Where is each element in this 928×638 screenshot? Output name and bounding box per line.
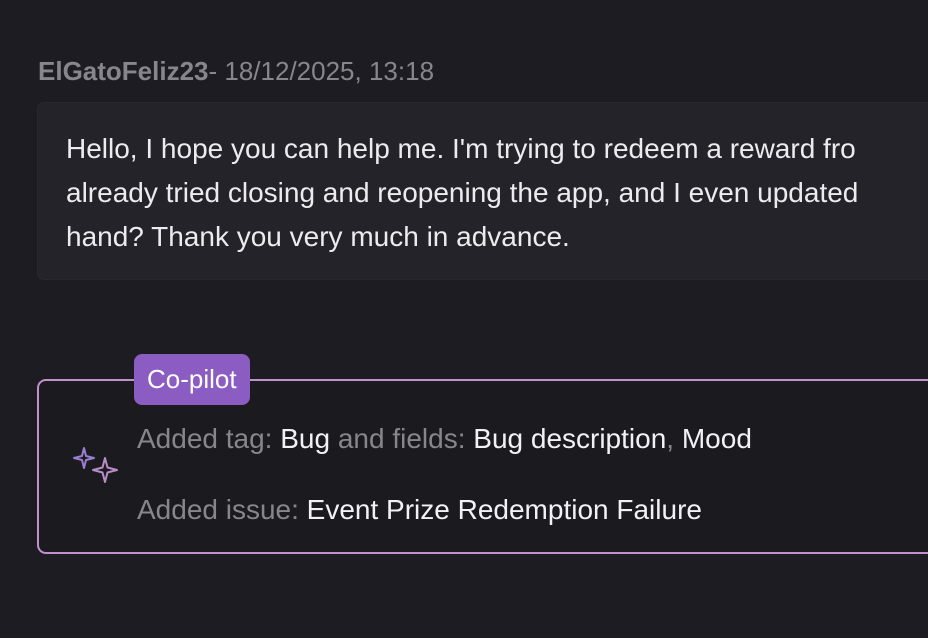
added-tag-prefix: Added tag: <box>137 423 281 454</box>
message-text-line: hand? Thank you very much in advance. <box>66 221 570 252</box>
message-bubble: Hello, I hope you can help me. I'm tryin… <box>37 102 928 280</box>
message-header: ElGatoFeliz23- 18/12/2025, 13:18 <box>38 56 434 86</box>
conversation-view: ElGatoFeliz23- 18/12/2025, 13:18 Hello, … <box>0 0 928 638</box>
message-author[interactable]: ElGatoFeliz23 <box>38 56 209 86</box>
header-separator: - <box>208 56 225 86</box>
fields-prefix: and fields: <box>330 423 474 454</box>
added-tag-line: Added tag: Bug and fields: Bug descripti… <box>137 422 752 456</box>
field-separator: , <box>666 423 682 454</box>
field-bug-description[interactable]: Bug description <box>473 423 666 454</box>
copilot-badge: Co-pilot <box>134 354 250 405</box>
copilot-activity-panel <box>37 379 928 554</box>
tag-bug[interactable]: Bug <box>280 423 330 454</box>
message-timestamp: 18/12/2025, 13:18 <box>224 56 435 86</box>
message-text-line: Hello, I hope you can help me. I'm tryin… <box>66 133 856 164</box>
sparkle-icon <box>73 447 118 483</box>
added-issue-line: Added issue: Event Prize Redemption Fail… <box>137 493 702 527</box>
field-mood[interactable]: Mood <box>682 423 752 454</box>
message-text-line: already tried closing and reopening the … <box>66 177 859 208</box>
issue-link[interactable]: Event Prize Redemption Failure <box>307 494 702 525</box>
added-issue-prefix: Added issue: <box>137 494 307 525</box>
